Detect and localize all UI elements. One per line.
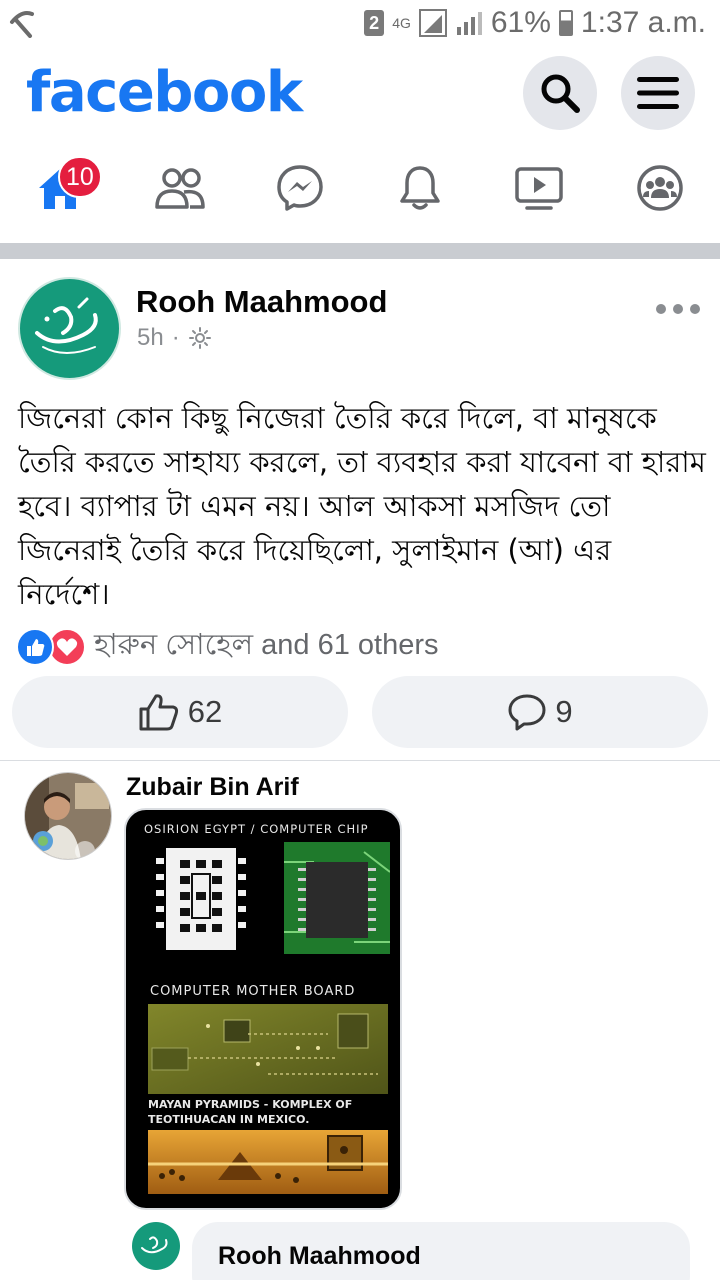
post-meta: 5h · <box>137 324 212 352</box>
signal-icon-2 <box>456 12 482 35</box>
battery-percent: 61% <box>490 6 551 39</box>
video-icon <box>515 167 563 210</box>
network-type: 4G <box>392 15 411 31</box>
computer-chip-image <box>284 842 390 954</box>
status-bar: 2 4G 61% 1:37 a.m. <box>0 0 720 50</box>
tab-watch[interactable] <box>509 158 569 218</box>
bell-icon <box>400 166 440 210</box>
search-button[interactable] <box>523 56 597 130</box>
comment-author-name[interactable]: Zubair Bin Arif <box>126 773 299 802</box>
tab-messenger[interactable] <box>270 158 330 218</box>
tab-groups[interactable] <box>630 158 690 218</box>
tab-notifications[interactable] <box>390 158 450 218</box>
messenger-icon <box>277 165 323 211</box>
pyramids-image <box>148 1130 388 1194</box>
image-caption-top: OSIRION EGYPT / COMPUTER CHIP <box>144 822 369 836</box>
clock: 1:37 a.m. <box>580 6 706 39</box>
reactions-summary[interactable]: হারুন সোহেল and 61 others <box>16 622 439 671</box>
home-notification-badge: 10 <box>58 156 102 198</box>
post-more-options-icon[interactable] <box>656 294 700 324</box>
image-caption-bottom-2: TEOTIHUACAN IN MEXICO. <box>148 1113 310 1126</box>
nav-tabs: 10 <box>0 150 720 230</box>
feed-divider <box>0 243 720 259</box>
motherboard-image <box>148 1004 388 1094</box>
tab-friends[interactable] <box>150 158 210 218</box>
like-reaction-icon <box>16 627 54 666</box>
osirion-plan-image <box>156 848 246 950</box>
reply-author-avatar[interactable] <box>132 1222 180 1270</box>
like-button[interactable]: 62 <box>12 676 348 748</box>
reactions-text: হারুন সোহেল and 61 others <box>94 629 439 661</box>
like-count: 62 <box>187 694 223 729</box>
reply-author-name[interactable]: Rooh Maahmood <box>218 1242 421 1271</box>
reply-bubble[interactable]: Rooh Maahmood <box>192 1222 690 1280</box>
commenter-avatar[interactable] <box>24 772 112 860</box>
search-icon <box>541 74 580 113</box>
facebook-logo[interactable]: facebook <box>26 60 303 125</box>
phone-signal-icon <box>8 8 42 46</box>
menu-button[interactable] <box>621 56 695 130</box>
image-caption-middle: COMPUTER MOTHER BOARD <box>150 984 356 999</box>
post-time[interactable]: 5h <box>137 324 164 352</box>
battery-icon <box>558 10 573 36</box>
hamburger-icon <box>637 77 679 109</box>
calligraphy-logo <box>34 297 98 354</box>
comments-divider <box>0 760 720 761</box>
calligraphy-logo-small <box>141 1236 168 1254</box>
tab-home[interactable]: 10 <box>30 156 102 218</box>
meta-separator: · <box>171 324 180 351</box>
thumbs-up-icon <box>139 694 178 731</box>
post-text: জিনেরা কোন কিছু নিজেরা তৈরি করে দিলে, বা… <box>18 401 706 611</box>
comment-image[interactable]: OSIRION EGYPT / COMPUTER CHIP COMPUTER M… <box>124 808 402 1210</box>
sim-badge: 2 <box>364 10 385 36</box>
app-header: facebook <box>0 50 720 140</box>
author-avatar[interactable] <box>18 277 121 380</box>
image-caption-bottom-1: MAYAN PYRAMIDS - KOMPLEX OF <box>148 1098 353 1111</box>
signal-icon <box>418 9 447 37</box>
comment-icon <box>508 694 546 731</box>
comment-count: 9 <box>555 694 573 729</box>
gear-icon <box>188 327 211 349</box>
comment-button[interactable]: 9 <box>372 676 708 748</box>
groups-icon <box>637 165 683 211</box>
friends-icon <box>155 168 205 209</box>
post-author-name[interactable]: Rooh Maahmood <box>136 284 387 320</box>
